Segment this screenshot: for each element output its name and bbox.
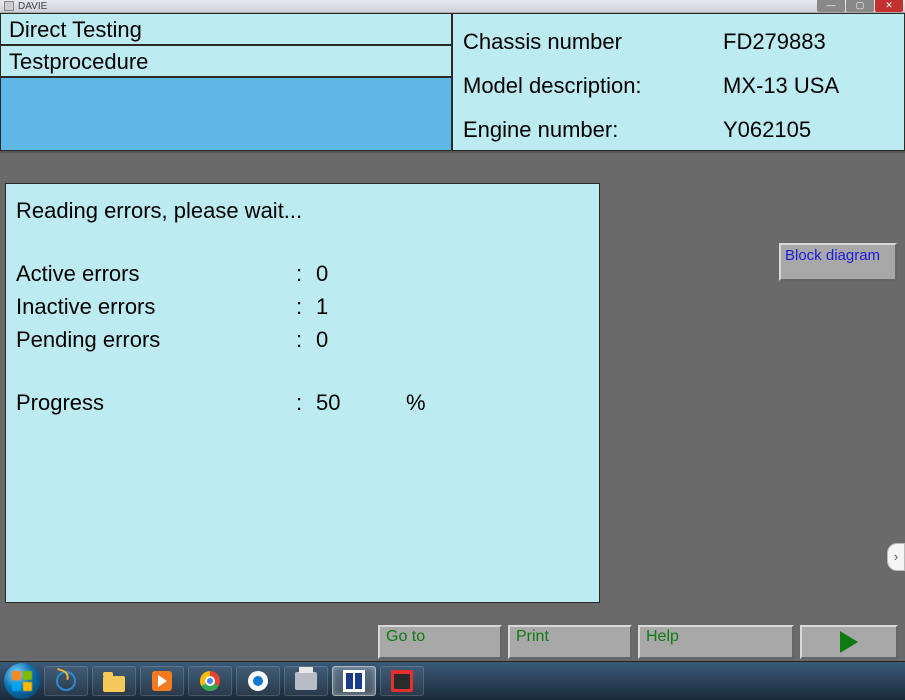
- engine-label: Engine number:: [463, 117, 723, 143]
- taskbar-printer[interactable]: [284, 666, 328, 696]
- play-icon: [840, 631, 858, 653]
- windows-taskbar: [0, 661, 905, 700]
- side-area: Block diagram ›: [600, 183, 905, 598]
- teamviewer-icon: [248, 671, 268, 691]
- colon: :: [296, 386, 316, 419]
- progress-value: 50: [316, 386, 406, 419]
- pending-errors-label: Pending errors: [16, 323, 296, 356]
- print-button[interactable]: Print: [508, 625, 632, 659]
- model-label: Model description:: [463, 73, 723, 99]
- taskbar-media[interactable]: [140, 666, 184, 696]
- folder-icon: [103, 676, 125, 692]
- breadcrumb-testprocedure[interactable]: Testprocedure: [0, 45, 452, 77]
- help-button[interactable]: Help: [638, 625, 794, 659]
- media-icon: [152, 671, 172, 691]
- window-title: DAVIE: [18, 1, 47, 12]
- engine-value: Y062105: [723, 117, 894, 143]
- taskbar-ie[interactable]: [44, 666, 88, 696]
- progress-unit: %: [406, 386, 446, 419]
- taskbar-teamviewer[interactable]: [236, 666, 280, 696]
- truck-icon: [391, 670, 413, 692]
- taskbar-truck[interactable]: [380, 666, 424, 696]
- chassis-label: Chassis number: [463, 29, 723, 55]
- side-expand-tab[interactable]: ›: [887, 543, 905, 571]
- goto-button[interactable]: Go to: [378, 625, 502, 659]
- header-left: Direct Testing Testprocedure: [0, 13, 452, 151]
- davie-icon: [343, 670, 365, 692]
- ie-icon: [56, 671, 76, 691]
- header: Direct Testing Testprocedure Chassis num…: [0, 13, 905, 153]
- window-close-button[interactable]: ✕: [875, 0, 903, 12]
- taskbar-explorer[interactable]: [92, 666, 136, 696]
- model-value: MX-13 USA: [723, 73, 894, 99]
- active-errors-value: 0: [316, 257, 406, 290]
- progress-label: Progress: [16, 386, 296, 419]
- window-minimize-button[interactable]: —: [817, 0, 845, 12]
- chrome-icon: [200, 671, 220, 691]
- app-icon: [4, 1, 14, 11]
- window-titlebar: DAVIE — ▢ ✕: [0, 0, 905, 13]
- breadcrumb-direct-testing[interactable]: Direct Testing: [0, 13, 452, 45]
- colon: :: [296, 257, 316, 290]
- main-area: Reading errors, please wait... Active er…: [0, 153, 905, 598]
- printer-icon: [295, 672, 317, 690]
- start-button[interactable]: [4, 663, 40, 699]
- active-errors-label: Active errors: [16, 257, 296, 290]
- breadcrumb-current[interactable]: [0, 77, 452, 151]
- taskbar-davie[interactable]: [332, 666, 376, 696]
- taskbar-chrome[interactable]: [188, 666, 232, 696]
- chassis-value: FD279883: [723, 29, 894, 55]
- window-maximize-button[interactable]: ▢: [846, 0, 874, 12]
- status-title: Reading errors, please wait...: [16, 194, 589, 227]
- vehicle-info-panel: Chassis number FD279883 Model descriptio…: [452, 13, 905, 151]
- colon: :: [296, 290, 316, 323]
- next-button[interactable]: [800, 625, 898, 659]
- block-diagram-button[interactable]: Block diagram: [779, 243, 897, 281]
- status-panel: Reading errors, please wait... Active er…: [5, 183, 600, 603]
- pending-errors-value: 0: [316, 323, 406, 356]
- colon: :: [296, 323, 316, 356]
- bottom-toolbar: Go to Print Help: [0, 625, 905, 659]
- app-frame: Direct Testing Testprocedure Chassis num…: [0, 13, 905, 661]
- inactive-errors-label: Inactive errors: [16, 290, 296, 323]
- inactive-errors-value: 1: [316, 290, 406, 323]
